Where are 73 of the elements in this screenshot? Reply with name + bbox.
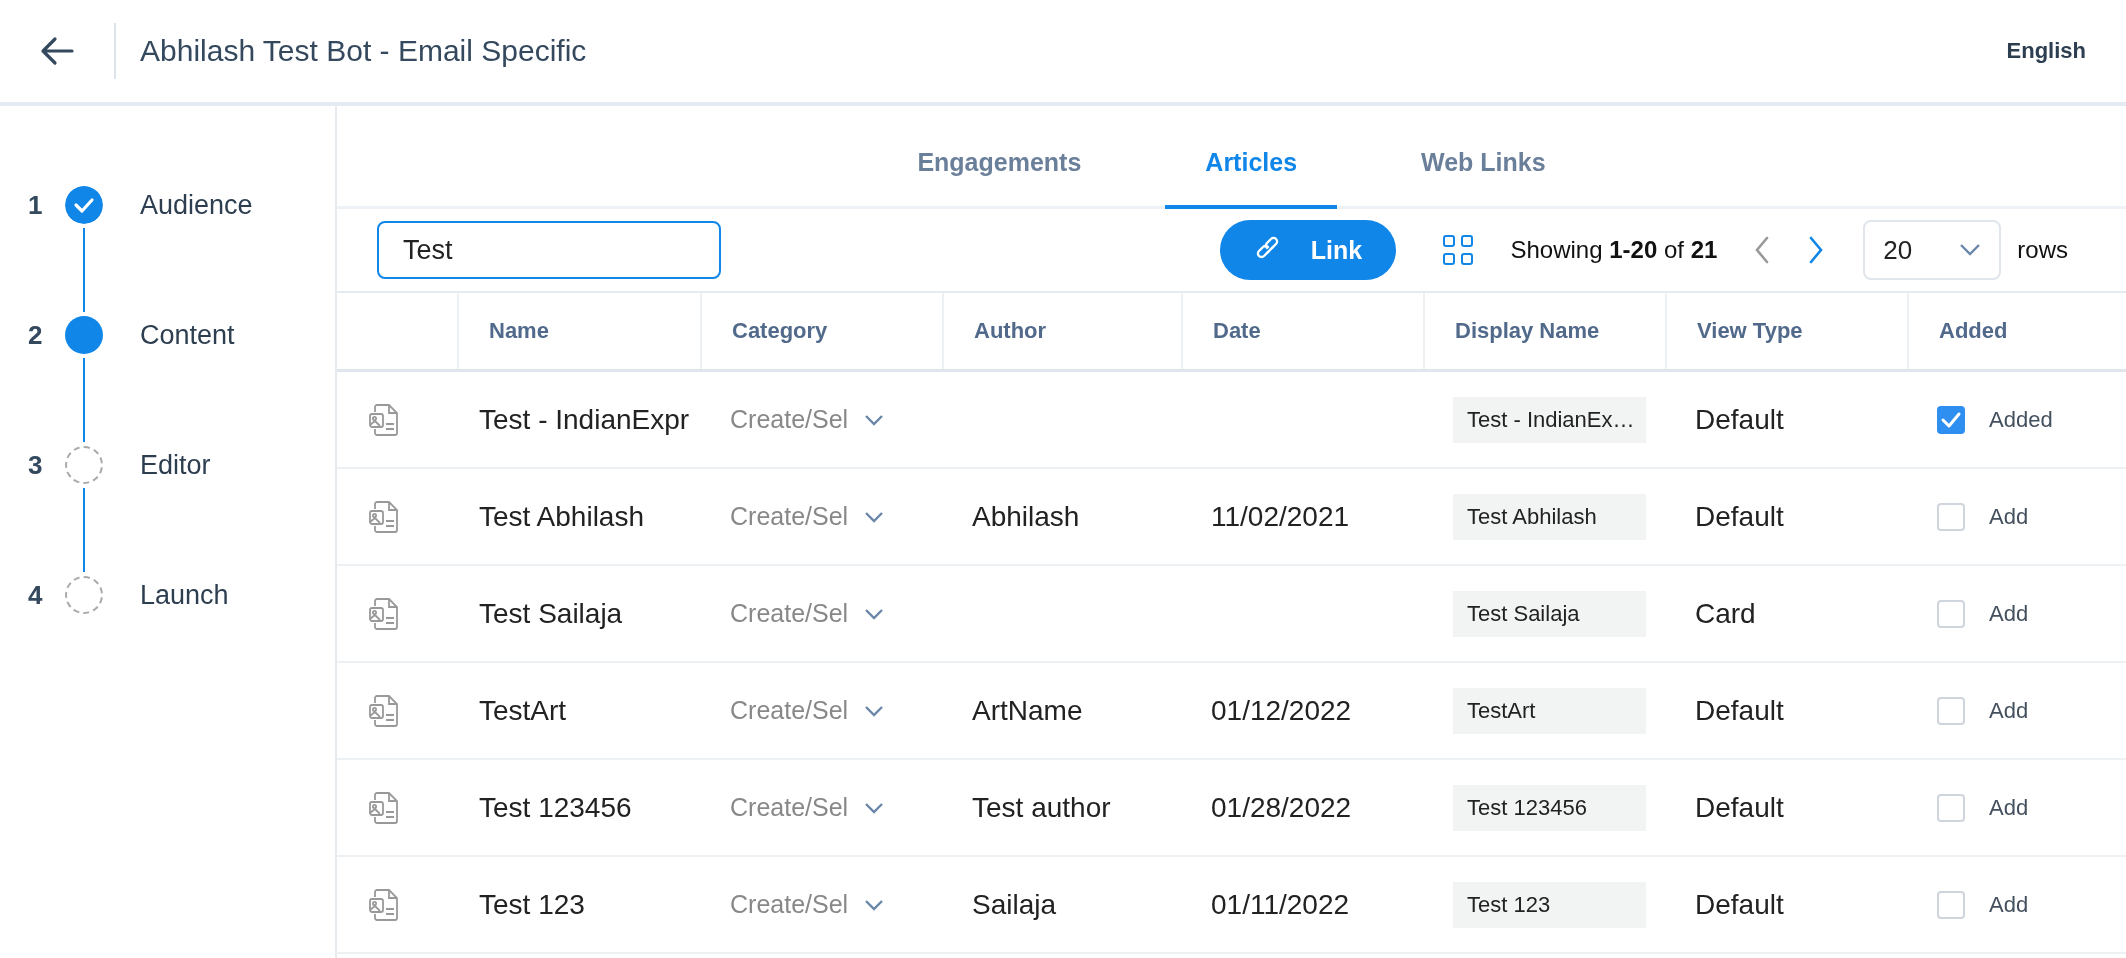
table-cell: Default [1695,694,1784,727]
column-header: Name [489,318,549,344]
step-label[interactable]: Content [140,316,235,354]
link-button[interactable]: Link [1220,220,1397,280]
checkbox-label: Add [1989,891,2029,918]
page-title: Abhilash Test Bot - Email Specific [140,34,587,68]
step-label[interactable]: Editor [140,446,211,484]
table-cell: Default [1695,888,1784,921]
table-cell: Test Sailaja [479,597,623,630]
checkbox-label: Add [1989,794,2029,821]
chevron-down-icon [1959,243,1982,257]
column-header: Added [1939,318,2008,344]
display-name-field[interactable]: Test - IndianEx… [1453,396,1646,443]
rows-per-page-dropdown[interactable]: 20 [1863,220,2002,280]
step-number: 1 [28,189,44,222]
display-name-field[interactable]: Test Abhilash [1453,493,1646,540]
column-header: Category [732,318,828,344]
back-arrow-icon[interactable] [40,36,74,66]
chevron-down-icon [864,801,885,814]
step-number: 2 [28,319,44,352]
rows-label: rows [2017,236,2068,264]
grid-view-icon[interactable] [1442,234,1475,266]
table-cell: ArtName [972,694,1083,727]
chevron-down-icon [864,898,885,911]
tab[interactable]: Web Links [1381,148,1586,209]
search-field[interactable]: Test [377,221,721,279]
step-label[interactable]: Audience [140,186,253,224]
table-cell: Test Abhilash [479,500,644,533]
display-name-field[interactable]: Test 123 [1453,881,1646,928]
language-selector[interactable]: English [2006,38,2086,64]
column-header: View Type [1697,318,1803,344]
table-cell: Abhilash [972,500,1080,533]
table-cell: Default [1695,403,1784,436]
table-cell: Default [1695,791,1784,824]
step-label[interactable]: Launch [140,576,229,614]
table-cell: Test author [972,791,1111,824]
display-name-field[interactable]: Test 123456 [1453,784,1646,831]
category-dropdown[interactable]: Create/Sel [730,696,885,725]
checkbox-label: Add [1989,503,2029,530]
category-dropdown[interactable]: Create/Sel [730,405,885,434]
category-dropdown[interactable]: Create/Sel [730,502,885,531]
display-name-field[interactable]: TestArt [1453,687,1646,734]
category-dropdown[interactable]: Create/Sel [730,793,885,822]
tab[interactable]: Engagements [877,148,1122,209]
category-dropdown[interactable]: Create/Sel [730,890,885,919]
table-cell: Test - IndianExpr [479,403,690,436]
checkbox-label: Added [1989,406,2053,433]
display-name-field[interactable]: Test Sailaja [1453,590,1646,637]
chevron-down-icon [864,413,885,426]
table-cell: Default [1695,500,1784,533]
column-header: Author [974,318,1047,344]
table-cell: Test 123 [479,888,585,921]
tab[interactable]: Articles [1165,148,1338,209]
table-cell: 11/02/2021 [1211,500,1350,533]
chevron-down-icon [864,607,885,620]
step-number: 4 [28,579,44,612]
table-cell: 01/12/2022 [1211,694,1352,727]
pagination-summary: Showing 1-20 of 21 [1510,236,1718,264]
step-number: 3 [28,449,44,482]
checkbox-label: Add [1989,600,2029,627]
chevron-down-icon [864,704,885,717]
table-cell: Test 123456 [479,791,632,824]
checkbox-label: Add [1989,697,2029,724]
chevron-down-icon [864,510,885,523]
table-cell: 01/28/2022 [1211,791,1352,824]
checkbox[interactable] [1937,405,1965,434]
table-cell: TestArt [479,694,567,727]
column-header: Display Name [1455,318,1600,344]
table-cell: Card [1695,597,1756,630]
table-cell: Sailaja [972,888,1057,921]
category-dropdown[interactable]: Create/Sel [730,599,885,628]
table-cell: 01/11/2022 [1211,888,1350,921]
column-header: Date [1213,318,1261,344]
